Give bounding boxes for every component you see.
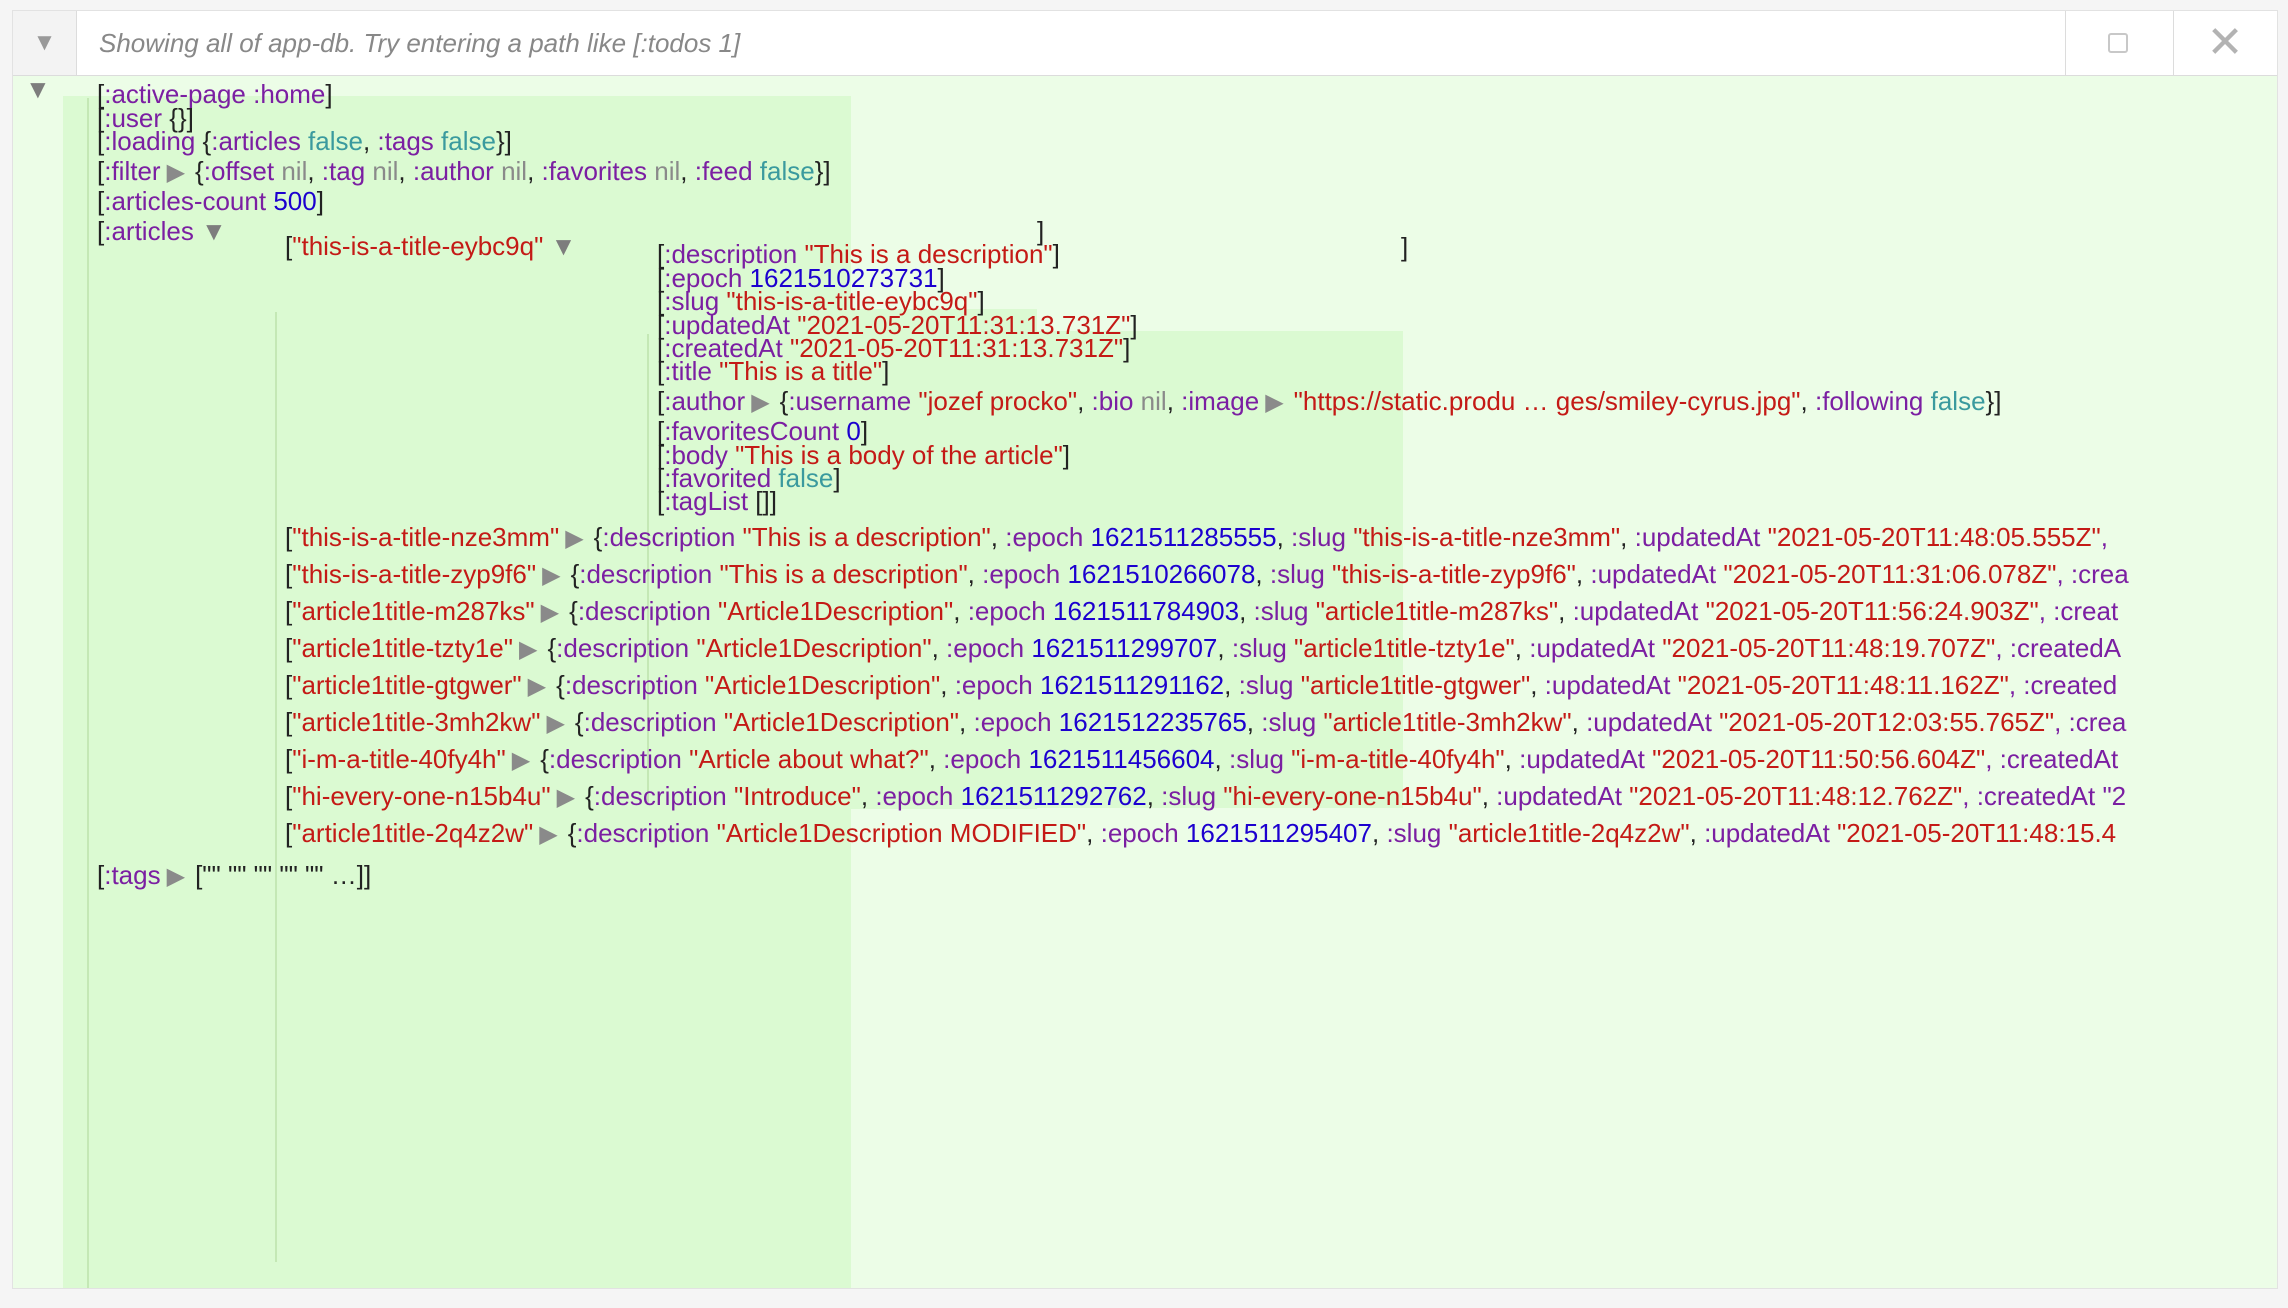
expand-arrow-icon[interactable]: ▶ — [512, 747, 530, 774]
expand-arrow-icon[interactable]: ▶ — [542, 562, 560, 589]
expand-arrow-icon[interactable]: ▶ — [546, 710, 564, 737]
app-db-panel: ▼ ✕ ▼ [:active-page :home] [:user {}] [:… — [12, 10, 2278, 1289]
article-row: ["article1title-3mh2kw" ▶ {:description "A… — [285, 707, 2127, 737]
field-title: [:title "This is a title"] — [657, 356, 890, 386]
article-row: ["hi-every-one-n15b4u" ▶ {:description "In… — [285, 781, 2127, 811]
article-expanded: ["this-is-a-title-eybc9q" ▼ — [285, 231, 577, 261]
expand-arrow-icon[interactable]: ▶ — [539, 821, 557, 848]
article-row: ["article1title-2q4z2w" ▶ {:description "A… — [285, 818, 2117, 848]
entry-tags: [:tags ▶ ["" "" "" "" "" …]] — [97, 860, 372, 890]
expand-arrow-icon[interactable]: ▶ — [528, 673, 546, 700]
article-row: ["article1title-tzty1e" ▶ {:description "A… — [285, 633, 2122, 663]
path-input[interactable] — [77, 11, 2065, 75]
article-row: ["this-is-a-title-nze3mm" ▶ {:description … — [285, 522, 2108, 552]
entry-loading: [:loading {:articles false, :tags false}… — [97, 126, 512, 156]
field-author: [:author ▶ {:username "jozef procko", :bio… — [657, 386, 2002, 416]
entry-articles: [:articles ▼ — [97, 216, 227, 246]
close-icon[interactable]: ✕ — [2173, 11, 2277, 75]
root-toggle-icon[interactable]: ▼ — [25, 76, 51, 104]
expand-arrow-icon[interactable]: ▶ — [167, 159, 185, 186]
entry-articles-count: [:articles-count 500] — [97, 186, 324, 216]
article-row: ["article1title-m287ks" ▶ {:description "A… — [285, 596, 2119, 626]
expand-arrow-icon[interactable]: ▶ — [565, 525, 583, 552]
article-row: ["this-is-a-title-zyp9f6" ▶ {:description … — [285, 559, 2129, 589]
path-bar: ▼ ✕ — [13, 11, 2277, 76]
expand-arrow-icon[interactable]: ▶ — [751, 389, 769, 416]
expand-arrow-icon[interactable]: ▶ — [541, 599, 559, 626]
expand-arrow-icon[interactable]: ▶ — [519, 636, 537, 663]
triangle-down-icon[interactable]: ▼ — [13, 11, 77, 75]
checkbox-icon[interactable] — [2108, 33, 2128, 53]
collapse-arrow-icon[interactable]: ▼ — [201, 216, 227, 246]
app-db-tree: ▼ [:active-page :home] [:user {}] [:load… — [13, 76, 2277, 1288]
article-row: ["i-m-a-title-40fy4h" ▶ {:description "Art… — [285, 744, 2119, 774]
article-row: ["article1title-gtgwer" ▶ {:description "A… — [285, 670, 2118, 700]
expand-arrow-icon[interactable]: ▶ — [1265, 389, 1283, 416]
collapse-arrow-icon[interactable]: ▼ — [551, 231, 577, 261]
expand-arrow-icon[interactable]: ▶ — [167, 863, 185, 890]
entry-filter: [:filter ▶ {:offset nil, :tag nil, :author… — [97, 156, 831, 186]
field-tag-list: [:tagList []] — [657, 486, 777, 516]
path-checkbox[interactable] — [2065, 11, 2174, 75]
expand-arrow-icon[interactable]: ▶ — [557, 784, 575, 811]
